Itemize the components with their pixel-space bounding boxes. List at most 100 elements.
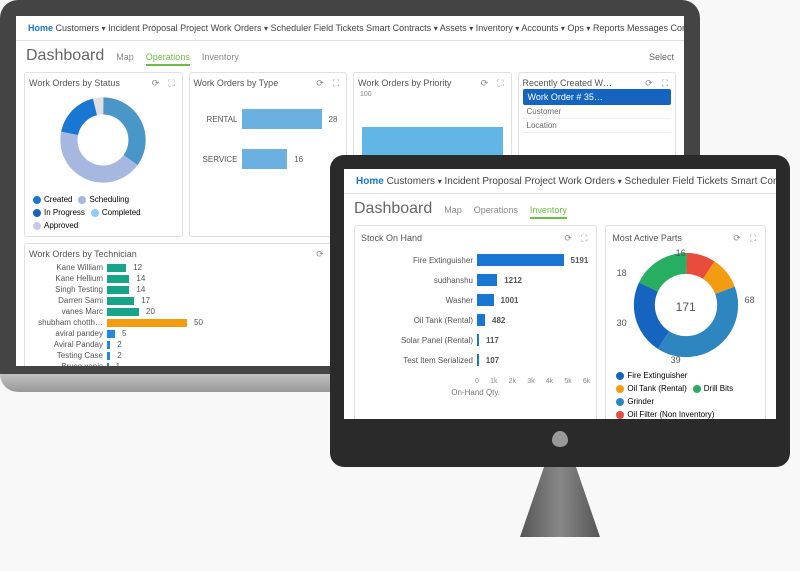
bar-row: shubham chotth…50 [33,317,338,328]
bar-row: Solar Panel (Rental)117 [363,330,588,350]
chevron-down-icon: ▾ [102,24,106,33]
nav-smart-contracts[interactable]: Smart Contracts ▾ [366,23,438,33]
card-title: Work Orders by Technician [29,249,137,259]
nav-inventory[interactable]: Inventory ▾ [476,23,520,33]
tab-operations[interactable]: Operations [146,52,190,66]
nav-project[interactable]: Project [525,176,556,187]
refresh-icon[interactable]: ⟳ [731,232,743,244]
chevron-down-icon: ▾ [618,177,622,186]
status-donut [58,95,148,187]
bar-row: Kane William12 [33,262,338,273]
refresh-icon[interactable]: ⟳ [643,77,655,89]
nav-scheduler[interactable]: Scheduler [625,176,670,187]
legend-item: Scheduling [78,195,129,204]
bar-row: Aviral Panday2 [33,339,338,350]
tab-map[interactable]: Map [444,205,462,219]
tabbar: Map Operations Inventory [116,52,239,66]
y-axis-label: 100 [358,89,507,100]
legend-item: Oil Tank (Rental) [616,384,686,393]
nav-accounts[interactable]: Accounts ▾ [521,23,565,33]
nav-scheduler[interactable]: Scheduler [271,23,312,33]
swatch-icon [33,196,41,204]
tab-inventory[interactable]: Inventory [530,205,567,219]
bar-row: Oil Tank (Rental)482 [363,310,588,330]
card-technician: Work Orders by Technician ⟳ ⛶ Kane Willi… [24,243,347,366]
refresh-icon[interactable]: ⟳ [479,77,491,89]
table-row: Customer [523,105,672,119]
page-header: Dashboard Map Operations Inventory Select [16,41,684,72]
tab-inventory[interactable]: Inventory [202,52,239,66]
card-parts: Most Active Parts ⟳ ⛶ [605,225,766,419]
nav-field-tickets[interactable]: Field Tickets [314,23,364,33]
tab-operations[interactable]: Operations [474,205,518,219]
expand-icon[interactable]: ⛶ [659,77,671,89]
bar-row: Darren Sami17 [33,295,338,306]
nav-reports[interactable]: Reports [593,23,625,33]
bar-row: SERVICE16 [198,139,339,179]
nav-work-orders[interactable]: Work Orders ▾ [558,176,621,187]
legend: Fire ExtinguisherOil Tank (Rental)Drill … [612,369,759,419]
imac-bezel: Home Customers ▾ Incident Proposal Proje… [330,155,790,467]
refresh-icon[interactable]: ⟳ [314,248,326,260]
nav-smart-contracts[interactable]: Smart Contracts ▾ [731,176,776,187]
nav-comp…[interactable]: Comp… [671,23,684,33]
nav-customers[interactable]: Customers ▾ [387,176,442,187]
navbar: Home Customers ▾ Incident Proposal Proje… [344,169,776,194]
nav-proposal[interactable]: Proposal [142,23,178,33]
legend-item: Approved [33,221,78,230]
nav-field-tickets[interactable]: Field Tickets [672,176,728,187]
chevron-down-icon: ▾ [586,24,590,33]
nav-work-orders[interactable]: Work Orders ▾ [211,23,268,33]
swatch-icon [78,196,86,204]
nav-ops[interactable]: Ops ▾ [567,23,590,33]
chevron-down-icon: ▾ [469,24,473,33]
refresh-icon[interactable]: ⟳ [562,232,574,244]
nav-customers[interactable]: Customers ▾ [56,23,106,33]
select-dropdown[interactable]: Select [649,52,674,62]
nav-assets[interactable]: Assets ▾ [440,23,474,33]
legend: CreatedSchedulingIn ProgressCompletedApp… [29,193,178,232]
nav-home[interactable]: Home [356,176,384,187]
nav-project[interactable]: Project [180,23,208,33]
expand-icon[interactable]: ⛶ [330,77,342,89]
swatch-icon [616,385,624,393]
expand-icon[interactable]: ⛶ [578,232,590,244]
apple-logo-icon [552,431,568,447]
tab-map[interactable]: Map [116,52,134,66]
legend-item: Oil Filter (Non Inventory) [616,410,714,419]
bar-row: Singh Testing14 [33,284,338,295]
imac-app: Home Customers ▾ Incident Proposal Proje… [344,169,776,419]
swatch-icon [616,398,624,406]
bar-row: Fire Extinguisher5191 [363,250,588,270]
refresh-icon[interactable]: ⟳ [150,77,162,89]
work-order-highlight[interactable]: Work Order # 35… [523,89,672,105]
chevron-down-icon: ▾ [515,24,519,33]
bar-row: Washer1001 [363,290,588,310]
refresh-icon[interactable]: ⟳ [314,77,326,89]
swatch-icon [616,411,624,419]
nav-incident[interactable]: Incident [108,23,140,33]
page-title: Dashboard [354,200,432,218]
card-title: Recently Created W… [523,78,613,88]
donut-center-value: 171 [676,300,696,314]
nav-home[interactable]: Home [28,23,53,33]
bar-row: RENTAL28 [198,99,339,139]
swatch-icon [91,209,99,217]
parts-donut: 171 16 68 18 30 39 [631,250,741,363]
expand-icon[interactable]: ⛶ [495,77,507,89]
bar-row: Kane Hellium14 [33,273,338,284]
legend-item: Completed [91,208,141,217]
chevron-down-icon: ▾ [438,177,442,186]
nav-messages[interactable]: Messages [627,23,668,33]
bar-row: Test Item Serialized107 [363,350,588,370]
page-title: Dashboard [26,47,104,65]
expand-icon[interactable]: ⛶ [166,77,178,89]
swatch-icon [33,209,41,217]
bar-row: aviral pandey5 [33,328,338,339]
expand-icon[interactable]: ⛶ [747,232,759,244]
card-title: Stock On Hand [361,233,422,243]
card-type: Work Orders by Type ⟳ ⛶ RENTAL28SERVICE1… [189,72,348,237]
nav-proposal[interactable]: Proposal [482,176,521,187]
nav-incident[interactable]: Incident [445,176,480,187]
card-title: Work Orders by Status [29,78,120,88]
